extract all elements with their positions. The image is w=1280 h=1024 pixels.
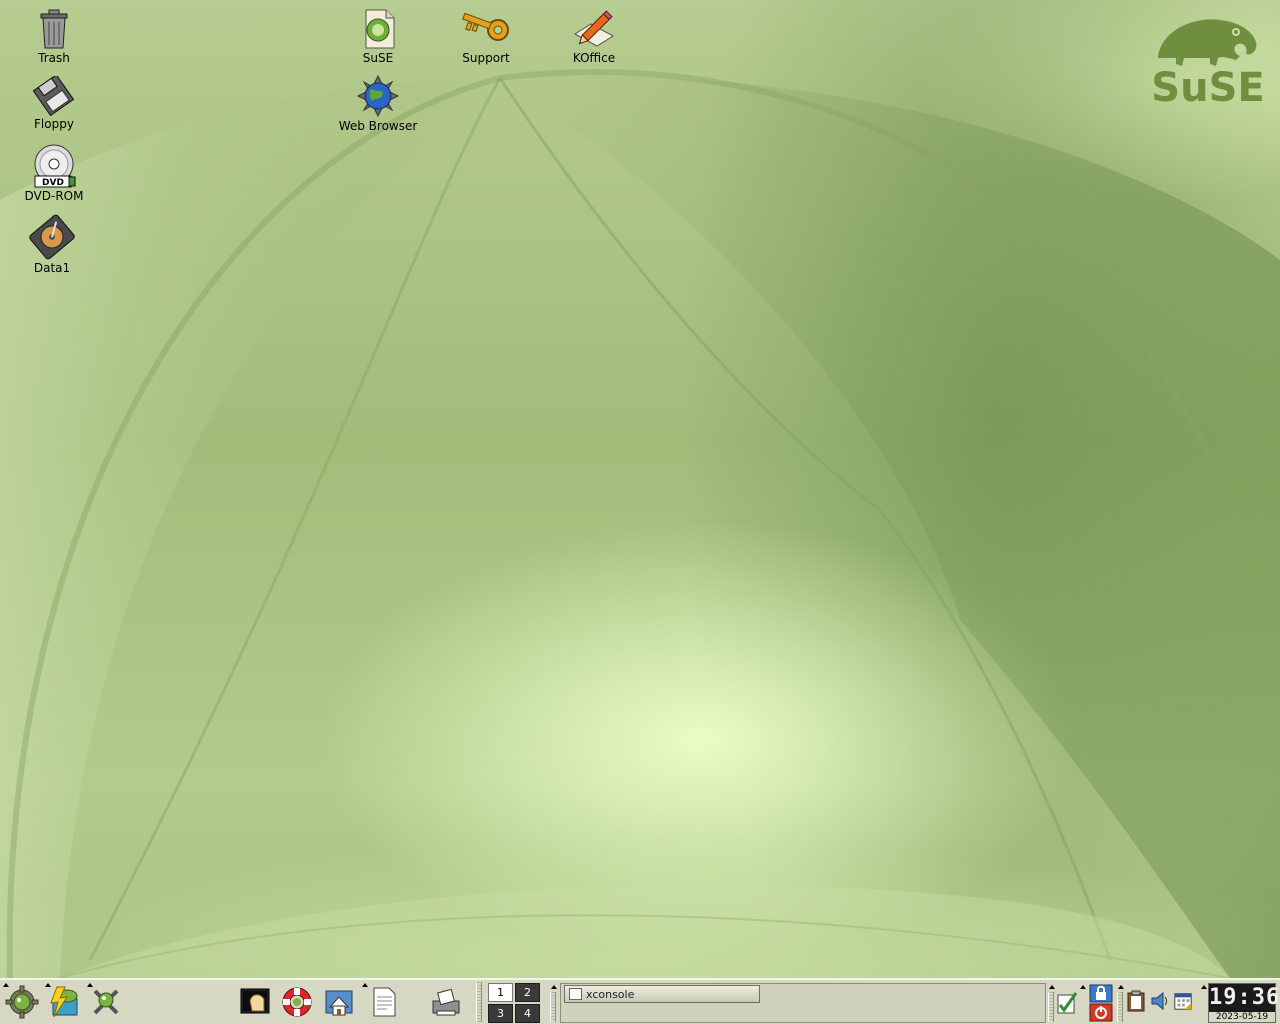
dvd-rom-desktop-icon[interactable]: DVD DVD-ROM bbox=[14, 144, 94, 203]
pager-desktop-2[interactable]: 2 bbox=[515, 983, 540, 1002]
terminal-button[interactable] bbox=[237, 984, 273, 1020]
suse-gear-menu-icon bbox=[5, 985, 39, 1019]
taskbar-menu-arrow[interactable] bbox=[551, 985, 557, 989]
web-browser-desktop-icon[interactable]: Web Browser bbox=[338, 74, 418, 133]
printer-button[interactable] bbox=[428, 984, 464, 1020]
yast-tools-button[interactable] bbox=[88, 984, 124, 1020]
taskbar-item-xconsole[interactable]: xconsole bbox=[564, 985, 760, 1003]
floppy-disk-icon bbox=[32, 76, 75, 116]
desktop-pager: 1 2 3 4 bbox=[488, 983, 540, 1023]
lock-logout-group bbox=[1088, 983, 1114, 1023]
hard-disk-icon bbox=[29, 214, 75, 260]
lock-screen-icon[interactable] bbox=[1089, 984, 1113, 1003]
terminal-shell-icon bbox=[240, 988, 270, 1014]
pager-desktop-4[interactable]: 4 bbox=[515, 1004, 540, 1023]
clock-time: 19:36 bbox=[1209, 985, 1280, 1010]
yast-button[interactable] bbox=[46, 984, 82, 1020]
floppy-desktop-icon[interactable]: Floppy bbox=[14, 76, 94, 131]
taskbar-item-label: xconsole bbox=[586, 987, 635, 1001]
suse-chameleon-logo-icon: SuSE bbox=[1151, 19, 1265, 111]
yast-lightning-icon bbox=[50, 986, 78, 1018]
systray-handle[interactable] bbox=[1117, 992, 1123, 1022]
calendar-icon[interactable] bbox=[1173, 990, 1193, 1012]
globe-gear-icon bbox=[356, 74, 400, 118]
clock[interactable]: 19:36 2023-05-19 bbox=[1208, 983, 1280, 1023]
pager-desktop-3[interactable]: 3 bbox=[488, 1004, 513, 1023]
koffice-label: KOffice bbox=[572, 51, 616, 65]
wallpaper bbox=[0, 69, 1280, 978]
suse-desktop-icon[interactable]: SuSE bbox=[338, 6, 418, 65]
klipper-clipboard-icon[interactable] bbox=[1126, 990, 1146, 1012]
dvd-badge-text: DVD bbox=[42, 178, 64, 188]
koffice-desktop-icon[interactable]: KOffice bbox=[554, 6, 634, 65]
volume-speaker-icon[interactable] bbox=[1150, 990, 1170, 1012]
suse-document-icon bbox=[365, 9, 395, 49]
logout-power-icon[interactable] bbox=[1089, 1003, 1113, 1022]
floppy-label: Floppy bbox=[34, 117, 74, 131]
clock-menu-arrow[interactable] bbox=[1201, 985, 1207, 989]
home-folder-icon bbox=[325, 990, 353, 1016]
suse-label: SuSE bbox=[362, 51, 394, 65]
pager-desktop-1-label: 1 bbox=[497, 986, 504, 999]
window-icon bbox=[569, 988, 582, 1000]
pager-handle[interactable] bbox=[476, 982, 482, 1022]
tray-arrow-2[interactable] bbox=[1080, 985, 1086, 989]
suse-logo: SuSE bbox=[1151, 12, 1265, 111]
pager-desktop-3-label: 3 bbox=[497, 1007, 504, 1020]
support-label: Support bbox=[462, 51, 510, 65]
suse-logo-text: SuSE bbox=[1152, 65, 1264, 108]
data1-desktop-icon[interactable]: Data1 bbox=[12, 214, 92, 275]
text-editor-button[interactable] bbox=[366, 984, 402, 1020]
trash-icon bbox=[40, 9, 68, 49]
desktop[interactable]: Trash Floppy DVD DVD-ROM Data1 SuSE Web … bbox=[0, 0, 1280, 978]
dvd-rom-label: DVD-ROM bbox=[24, 189, 84, 203]
document-icon bbox=[373, 987, 396, 1017]
taskbar-handle[interactable] bbox=[550, 992, 556, 1022]
printer-icon bbox=[432, 988, 460, 1016]
key-icon bbox=[462, 12, 509, 41]
data1-label: Data1 bbox=[33, 261, 71, 275]
clock-date: 2023-05-19 bbox=[1209, 1012, 1275, 1022]
home-folder-button[interactable] bbox=[321, 984, 357, 1020]
pager-desktop-1[interactable]: 1 bbox=[488, 983, 513, 1002]
pager-desktop-4-label: 4 bbox=[524, 1007, 531, 1020]
trash-desktop-icon[interactable]: Trash bbox=[14, 6, 94, 65]
pencil-paper-icon bbox=[574, 10, 614, 47]
support-desktop-icon[interactable]: Support bbox=[446, 6, 526, 65]
wrench-chameleon-icon bbox=[93, 989, 119, 1015]
suse-menu-button[interactable] bbox=[4, 984, 40, 1020]
trash-label: Trash bbox=[38, 51, 70, 65]
tray-arrow-3[interactable] bbox=[1118, 985, 1124, 989]
lifebuoy-help-icon bbox=[282, 987, 312, 1017]
taskbar: xconsole bbox=[560, 983, 1046, 1023]
help-button[interactable] bbox=[279, 984, 315, 1020]
web-browser-label: Web Browser bbox=[338, 119, 418, 133]
dvd-disc-icon: DVD bbox=[34, 144, 76, 188]
update-checker-button[interactable] bbox=[1054, 984, 1080, 1020]
kicker-panel: 1 2 3 4 xconsole 19:36 2023-05-19 bbox=[0, 978, 1280, 1024]
checkmark-clipboard-icon bbox=[1057, 992, 1078, 1014]
pager-desktop-2-label: 2 bbox=[524, 986, 531, 999]
